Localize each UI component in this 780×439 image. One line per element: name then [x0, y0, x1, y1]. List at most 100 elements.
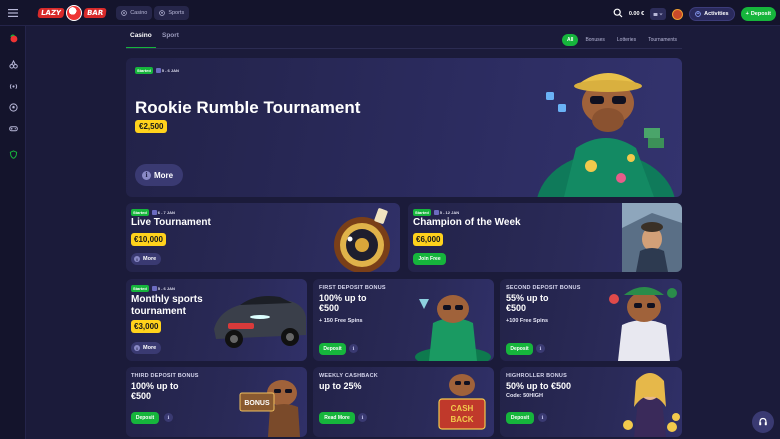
bonus-label: WEEKLY CASHBACK — [319, 373, 378, 379]
activities-label: Activities — [704, 11, 729, 17]
date-text: 5 - 6 JAN — [161, 68, 179, 73]
calendar-icon — [433, 210, 439, 215]
bonus-subtitle: +100 Free Spins — [506, 318, 549, 324]
avatar[interactable] — [672, 8, 684, 20]
filter-tournaments[interactable]: Tournaments — [643, 34, 682, 46]
title-line-1: Monthly sports — [131, 294, 203, 305]
deposit-button[interactable]: Deposit — [131, 412, 159, 424]
hero-prize: €2,500 — [135, 120, 168, 133]
top-right-controls: 0.00 € Activities + Deposit — [613, 5, 776, 23]
bonus-label: FIRST DEPOSIT BONUS — [319, 285, 386, 291]
capybara-hero-illustration — [537, 73, 675, 197]
top-tabs: Casino Sports — [116, 5, 190, 20]
top-tab-casino-label: Casino — [130, 9, 148, 16]
deposit-button[interactable]: + Deposit — [740, 7, 776, 21]
live-broadcast-icon[interactable] — [7, 80, 19, 92]
shield-icon[interactable] — [7, 148, 19, 160]
read-more-button[interactable]: Read More — [319, 412, 355, 424]
section-tabs: Casino Sport All Bonuses Lotteries Tourn… — [126, 30, 682, 48]
cherry-icon[interactable] — [7, 58, 19, 70]
tab-sport[interactable]: Sport — [162, 32, 179, 39]
soccer-ball-icon[interactable] — [7, 101, 19, 113]
filter-bonuses[interactable]: Bonuses — [580, 34, 609, 46]
date-text: 5 - 12 JAN — [439, 210, 460, 215]
info-icon[interactable]: i — [164, 413, 173, 422]
top-tab-casino[interactable]: Casino — [116, 5, 153, 20]
bonus-title: 55% up to €500 — [506, 293, 549, 314]
support-chat-button[interactable] — [752, 411, 774, 433]
live-tournament-card[interactable]: Started 6 - 7 JAN Live Tournament €10,00… — [126, 203, 400, 272]
filter-all[interactable]: All — [562, 34, 579, 46]
status-badge: Started — [413, 209, 431, 216]
capybara-bonus-sign-illustration: BONUS — [239, 380, 300, 437]
status-badge: Started — [131, 285, 149, 292]
third-deposit-bonus-card[interactable]: THIRD DEPOSIT BONUS 100% up to €500 Depo… — [126, 367, 307, 437]
balance-amount[interactable]: 0.00 € — [629, 11, 644, 17]
status-badge: Started — [131, 209, 149, 216]
deposit-label: Deposit — [750, 11, 771, 17]
monthly-sports-prize: €3,000 — [131, 320, 162, 333]
info-icon: i — [142, 170, 151, 180]
info-icon[interactable]: i — [538, 413, 547, 422]
monthly-sports-more-button[interactable]: i More — [131, 342, 162, 354]
info-icon[interactable]: i — [358, 413, 367, 422]
wallet-icon — [653, 12, 658, 16]
filter-lotteries[interactable]: Lotteries — [612, 34, 641, 46]
deposit-button[interactable]: Deposit — [319, 343, 346, 355]
title-line-1: 100% up to — [131, 381, 179, 391]
info-icon[interactable]: i — [536, 344, 545, 353]
search-icon[interactable] — [613, 5, 623, 23]
activities-button[interactable]: Activities — [689, 7, 735, 21]
bonus-title: 50% up to €500 — [506, 381, 572, 391]
hero-tournament-card[interactable]: Started 5 - 6 JAN Rookie Rumble Tourname… — [126, 58, 682, 197]
calendar-icon — [151, 210, 157, 215]
gamepad-icon[interactable] — [7, 122, 19, 134]
title-line-1: 100% up to — [319, 293, 367, 303]
deposit-button[interactable]: Deposit — [506, 412, 534, 424]
plus-icon: + — [745, 11, 749, 17]
menu-icon[interactable] — [0, 0, 26, 26]
date-badge: 5 - 6 JAN — [155, 68, 179, 73]
info-icon: i — [134, 256, 140, 262]
info-icon[interactable]: i — [349, 344, 358, 353]
cashback-sign-line-2: BACK — [450, 415, 473, 424]
logo-word-right: BAR — [83, 7, 107, 18]
weekly-cashback-card[interactable]: WEEKLY CASHBACK up to 25% Read More i CA… — [313, 367, 494, 437]
date-badge: 6 - 7 JAN — [151, 210, 175, 215]
lazybar-logo[interactable]: LAZY BAR — [37, 2, 107, 24]
tab-casino[interactable]: Casino — [130, 32, 152, 39]
champion-of-week-card[interactable]: Started 5 - 12 JAN Champion of the Week … — [408, 203, 682, 272]
sports-car-illustration — [214, 296, 306, 348]
wallet-button[interactable] — [650, 8, 667, 20]
date-badge: 5 - 12 JAN — [433, 210, 460, 215]
title-line-2: €500 — [319, 303, 340, 314]
join-free-button[interactable]: Join Free — [413, 253, 446, 265]
highroller-bonus-card[interactable]: HIGHROLLER BONUS 50% up to €500 Code: 50… — [500, 367, 682, 437]
deposit-button[interactable]: Deposit — [506, 343, 533, 355]
bonus-subtitle: + 150 Free Spins — [319, 318, 363, 324]
live-tournament-more-button[interactable]: i More — [131, 253, 162, 265]
first-deposit-bonus-card[interactable]: FIRST DEPOSIT BONUS 100% up to €500 + 15… — [313, 279, 494, 361]
champion-badges: Started 5 - 12 JAN — [413, 209, 459, 216]
date-badge: 5 - 6 JAN — [151, 286, 175, 291]
hero-more-button[interactable]: i More — [135, 164, 184, 186]
live-tournament-title: Live Tournament — [131, 217, 211, 228]
top-tab-sports[interactable]: Sports — [154, 5, 190, 20]
bonus-label: SECOND DEPOSIT BONUS — [506, 285, 581, 291]
logo-ball-icon — [66, 4, 83, 21]
capybara-cocktail-illustration — [415, 295, 491, 361]
monthly-sports-card[interactable]: Started 5 - 6 JAN Monthly sports tournam… — [126, 279, 307, 361]
bonus-code: Code: 50HIGH — [506, 393, 543, 399]
calendar-icon — [155, 68, 161, 73]
lazybar-logo-icon[interactable] — [7, 32, 19, 44]
title-line-2: tournament — [131, 305, 186, 317]
live-tournament-prize: €10,000 — [131, 233, 166, 246]
more-label: More — [143, 345, 157, 351]
date-text: 6 - 7 JAN — [157, 210, 175, 215]
cashback-chest-illustration: CASH BACK — [438, 374, 486, 430]
bonus-title: 100% up to €500 — [131, 381, 179, 402]
second-deposit-bonus-card[interactable]: SECOND DEPOSIT BONUS 55% up to €500 +100… — [500, 279, 682, 361]
calendar-icon — [151, 286, 157, 291]
sidebar — [0, 26, 26, 439]
monthly-badges: Started 5 - 6 JAN — [131, 285, 175, 292]
